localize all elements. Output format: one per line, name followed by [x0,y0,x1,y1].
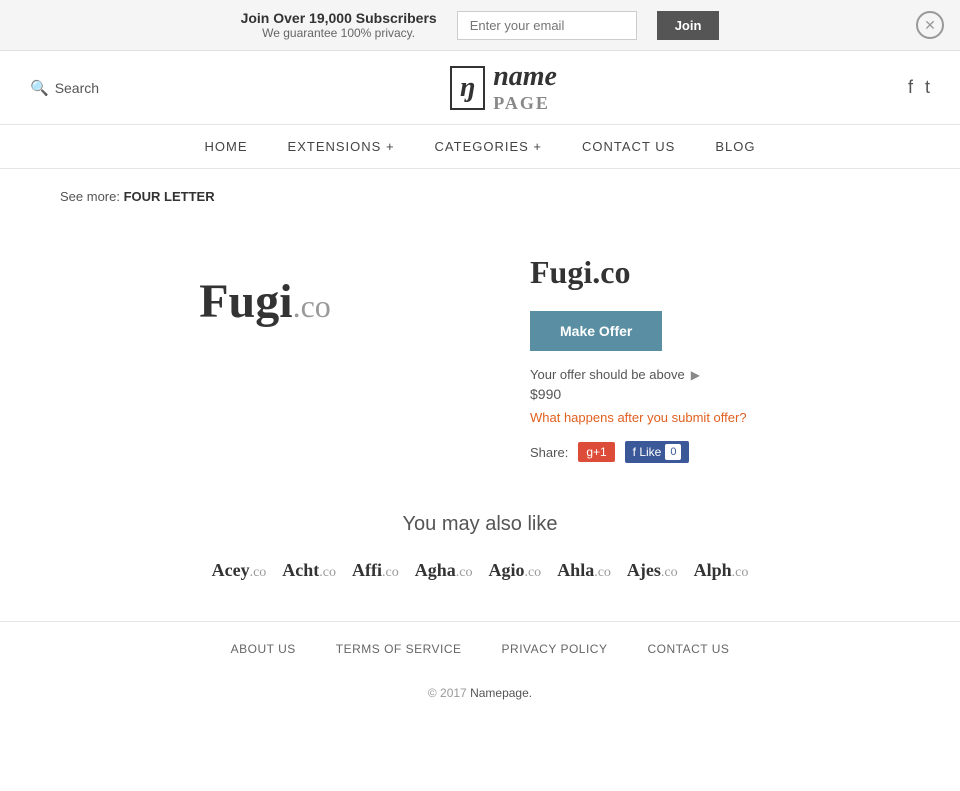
nav-contact[interactable]: CONTACT US [582,139,675,154]
logo-text-block: name PAGE [493,61,557,114]
footer-link[interactable]: ABOUT US [231,642,296,656]
search-area[interactable]: 🔍 Search [30,79,99,97]
footer-link[interactable]: TERMS OF SERVICE [336,642,462,656]
offer-hint: Your offer should be above ▶ [530,367,900,382]
make-offer-button[interactable]: Make Offer [530,311,662,351]
fb-count: 0 [665,444,681,460]
domain-card[interactable]: Affi.co [352,560,399,581]
card-ext: .co [382,565,399,580]
card-name: Ajes [627,560,661,580]
footer-copy: © 2017 Namepage. [0,676,960,720]
footer-link[interactable]: PRIVACY POLICY [502,642,608,656]
may-also-like-section: You may also like Acey.coAcht.coAffi.coA… [0,503,960,621]
card-ext: .co [319,565,336,580]
card-ext: .co [594,565,611,580]
domain-logo-main: Fugi [199,275,292,328]
may-also-like-title: You may also like [60,513,900,536]
domain-cards: Acey.coAcht.coAffi.coAgha.coAgio.coAhla.… [60,560,900,581]
domain-title: Fugi.co [530,254,900,291]
domain-card[interactable]: Agha.co [415,560,473,581]
join-button[interactable]: Join [657,11,720,40]
offer-hint-text: Your offer should be above [530,367,685,382]
fb-like-label: f Like [633,445,662,459]
logo-name-text: name [493,61,557,92]
domain-card[interactable]: Ahla.co [557,560,611,581]
search-icon: 🔍 [30,79,49,97]
domain-card[interactable]: Acey.co [212,560,267,581]
header: 🔍 Search ŋ name PAGE f t [0,51,960,125]
breadcrumb: See more: FOUR LETTER [0,169,960,214]
domain-logo-ext: .co [293,288,331,324]
banner-main-text: Join Over 19,000 Subscribers [241,10,437,26]
domain-card[interactable]: Alph.co [694,560,749,581]
domain-card[interactable]: Ajes.co [627,560,678,581]
share-row: Share: g+1 f Like 0 [530,441,900,463]
see-more-label: See more: [60,189,120,204]
nav-categories[interactable]: CATEGORIES + [435,139,542,154]
domain-logo: Fugi.co [199,274,331,329]
footer-copy-text: © 2017 Namepage. [428,686,532,700]
card-ext: .co [732,565,749,580]
main-nav: HOME EXTENSIONS + CATEGORIES + CONTACT U… [0,125,960,169]
footer-links: ABOUT US TERMS OF SERVICE PRIVACY POLICY CO… [0,621,960,676]
nav-extensions[interactable]: EXTENSIONS + [288,139,395,154]
top-banner: Join Over 19,000 Subscribers We guarante… [0,0,960,51]
card-ext: .co [250,565,267,580]
nav-home[interactable]: HOME [205,139,248,154]
banner-text: Join Over 19,000 Subscribers We guarante… [241,10,437,40]
logo-page-text: PAGE [493,93,557,114]
facebook-like-button[interactable]: f Like 0 [625,441,690,463]
search-label: Search [55,80,99,96]
offer-link[interactable]: What happens after you submit offer? [530,410,900,425]
domain-preview: Fugi.co [60,234,470,369]
offer-arrow-icon: ▶ [691,368,700,382]
domain-card[interactable]: Agio.co [488,560,541,581]
card-name: Agha [415,560,456,580]
nav-blog[interactable]: BLOG [715,139,755,154]
facebook-icon[interactable]: f [908,77,913,98]
share-label: Share: [530,445,568,460]
banner-sub-text: We guarantee 100% privacy. [241,26,437,40]
card-name: Alph [694,560,732,580]
domain-card[interactable]: Acht.co [282,560,336,581]
card-name: Ahla [557,560,594,580]
logo-box: ŋ [450,66,485,110]
main-content: Fugi.co Fugi.co Make Offer Your offer sh… [0,214,960,503]
footer-link[interactable]: CONTACT US [647,642,729,656]
logo[interactable]: ŋ name PAGE [450,61,557,114]
card-name: Acht [282,560,319,580]
card-name: Acey [212,560,250,580]
logo-n-letter: ŋ [460,72,475,104]
close-banner-button[interactable]: ✕ [916,11,944,39]
card-ext: .co [456,565,473,580]
gplus-button[interactable]: g+1 [578,442,614,462]
see-more-value[interactable]: FOUR LETTER [124,189,215,204]
offer-amount: $990 [530,386,900,402]
card-name: Affi [352,560,382,580]
email-input[interactable] [457,11,637,40]
social-icons: f t [908,77,930,98]
card-name: Agio [488,560,524,580]
domain-info: Fugi.co Make Offer Your offer should be … [530,234,900,463]
twitter-icon[interactable]: t [925,77,930,98]
card-ext: .co [524,565,541,580]
card-ext: .co [661,565,678,580]
footer-brand-link[interactable]: Namepage. [470,686,532,700]
